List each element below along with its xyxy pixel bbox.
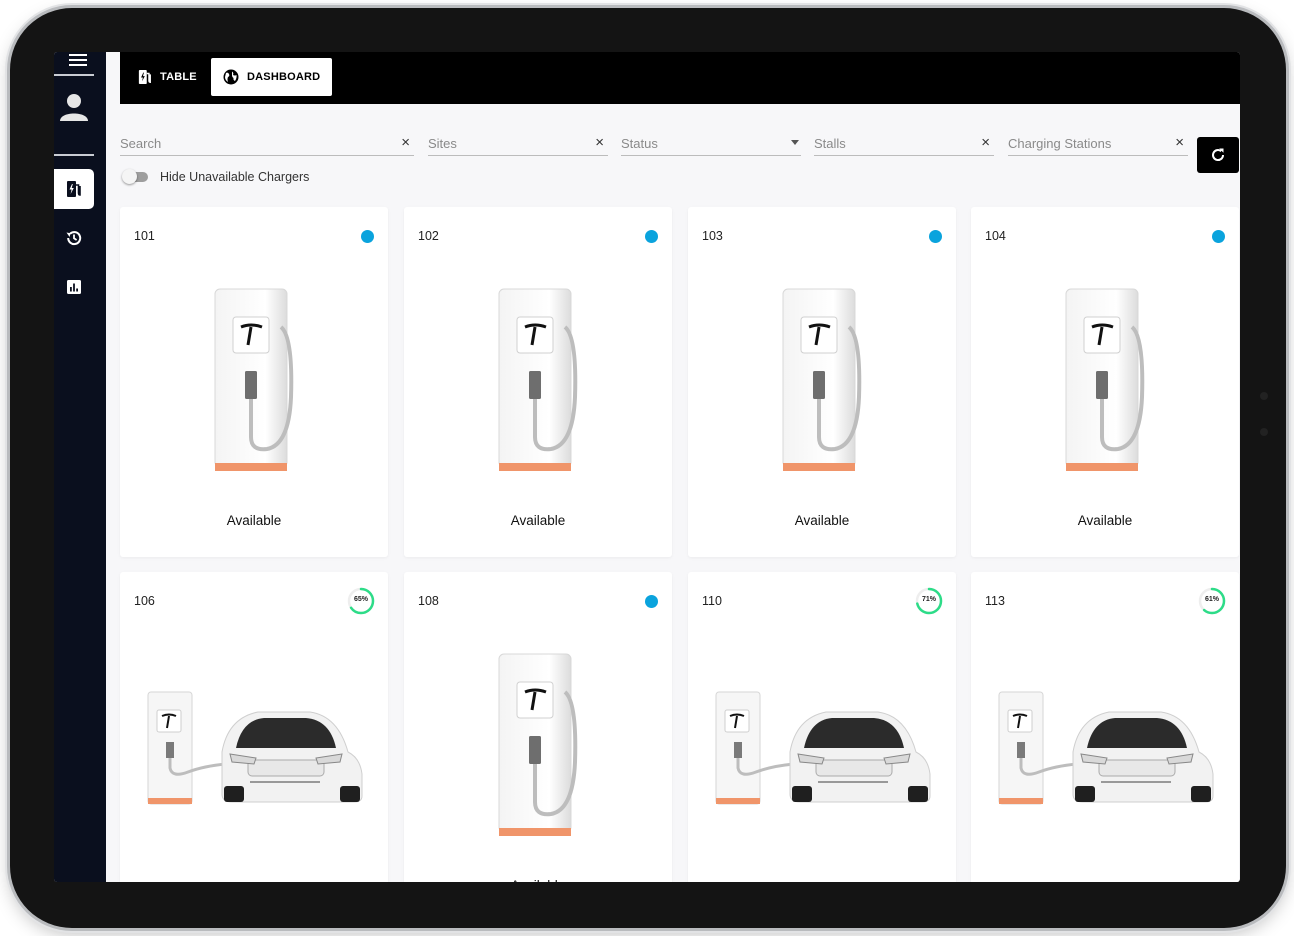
charger-illustration: [491, 652, 591, 847]
stalls-input[interactable]: [814, 132, 994, 154]
tab-table-label: TABLE: [160, 71, 197, 83]
available-status-dot: [361, 230, 374, 243]
status-input[interactable]: [621, 132, 801, 154]
charger-card[interactable]: 106 65%: [120, 572, 388, 882]
charger-illustration: [1058, 287, 1158, 482]
charger-card[interactable]: 102 Available: [404, 207, 672, 557]
search-field[interactable]: ×: [120, 132, 414, 156]
charge-progress-ring: 71%: [914, 586, 944, 616]
clear-stalls-icon[interactable]: ×: [981, 134, 990, 152]
history-icon: [66, 231, 82, 246]
charger-icon: [782, 288, 862, 471]
user-avatar-icon[interactable]: [58, 90, 90, 122]
sidebar-divider: [54, 154, 94, 156]
charger-illustration: [207, 287, 307, 482]
app-screen: TABLE DASHBOARD × × × ×: [54, 52, 1240, 882]
charger-card[interactable]: 103 Available: [688, 207, 956, 557]
car-charging-icon: [147, 691, 363, 805]
ev-station-icon: [67, 181, 81, 197]
charger-id: 110: [702, 594, 722, 608]
clear-charging-stations-icon[interactable]: ×: [1175, 134, 1184, 152]
clear-search-icon[interactable]: ×: [401, 134, 410, 152]
tab-dashboard[interactable]: DASHBOARD: [211, 58, 333, 96]
available-status-dot: [645, 595, 658, 608]
sidebar-item-history[interactable]: [54, 218, 94, 258]
available-status-dot: [645, 230, 658, 243]
charger-id: 106: [134, 594, 155, 608]
car-charging-illustration: [708, 686, 936, 815]
charger-id: 104: [985, 229, 1006, 243]
charge-percent-label: 71%: [921, 596, 936, 603]
charge-percent-label: 61%: [1204, 596, 1219, 603]
stalls-field[interactable]: ×: [814, 132, 994, 156]
charger-illustration: [775, 287, 875, 482]
charger-illustration: [491, 287, 591, 482]
charger-card[interactable]: 110 71%: [688, 572, 956, 882]
charging-stations-input[interactable]: [1008, 132, 1188, 154]
side-sensor: [1260, 392, 1268, 400]
menu-icon[interactable]: [69, 54, 87, 66]
charger-status-label: Available: [226, 513, 282, 528]
car-charging-illustration: [140, 686, 368, 815]
globe-icon: [223, 69, 239, 85]
sidebar-item-chargers[interactable]: [54, 169, 94, 209]
charger-id: 102: [418, 229, 439, 243]
charger-icon: [498, 288, 578, 471]
bar-chart-icon: [67, 280, 81, 294]
charger-id: 101: [134, 229, 155, 243]
chevron-down-icon[interactable]: [791, 140, 799, 145]
sidebar: [54, 52, 106, 882]
charger-status-label: Available: [794, 513, 850, 528]
charger-icon: [498, 653, 578, 836]
charger-card[interactable]: 113 61%: [971, 572, 1239, 882]
charger-icon: [214, 288, 294, 471]
sidebar-item-reports[interactable]: [54, 267, 94, 307]
refresh-button[interactable]: [1197, 137, 1239, 173]
charge-percent-label: 65%: [353, 596, 368, 603]
side-sensor: [1260, 428, 1268, 436]
hide-unavailable-label: Hide Unavailable Chargers: [160, 170, 310, 184]
car-charging-icon: [715, 691, 931, 805]
charger-icon: [1065, 288, 1145, 471]
sites-input[interactable]: [428, 132, 608, 154]
charger-card[interactable]: 101 Available: [120, 207, 388, 557]
charge-progress-ring: 65%: [346, 586, 376, 616]
hide-unavailable-toggle[interactable]: [122, 169, 150, 184]
charge-progress-ring: 61%: [1197, 586, 1227, 616]
charger-status-label: Available: [404, 878, 672, 882]
charger-card[interactable]: 104 Available: [971, 207, 1239, 557]
charger-id: 108: [418, 594, 439, 608]
car-charging-illustration: [991, 686, 1219, 815]
charging-stations-field[interactable]: ×: [1008, 132, 1188, 156]
ev-station-icon: [138, 70, 151, 84]
charger-id: 103: [702, 229, 723, 243]
charger-status-label: Available: [1077, 513, 1133, 528]
car-charging-icon: [998, 691, 1214, 805]
search-input[interactable]: [120, 132, 414, 154]
charger-card[interactable]: 108 Available: [404, 572, 672, 882]
top-bar: TABLE DASHBOARD: [120, 52, 1240, 104]
available-status-dot: [929, 230, 942, 243]
refresh-icon: [1212, 148, 1225, 161]
hide-unavailable-toggle-row: Hide Unavailable Chargers: [122, 169, 310, 184]
available-status-dot: [1212, 230, 1225, 243]
sidebar-divider: [54, 74, 94, 76]
clear-sites-icon[interactable]: ×: [595, 134, 604, 152]
tab-table[interactable]: TABLE: [126, 58, 209, 96]
tab-dashboard-label: DASHBOARD: [247, 71, 321, 83]
status-select[interactable]: [621, 132, 801, 156]
sites-field[interactable]: ×: [428, 132, 608, 156]
charger-id: 113: [985, 594, 1005, 608]
charger-status-label: Available: [510, 513, 566, 528]
